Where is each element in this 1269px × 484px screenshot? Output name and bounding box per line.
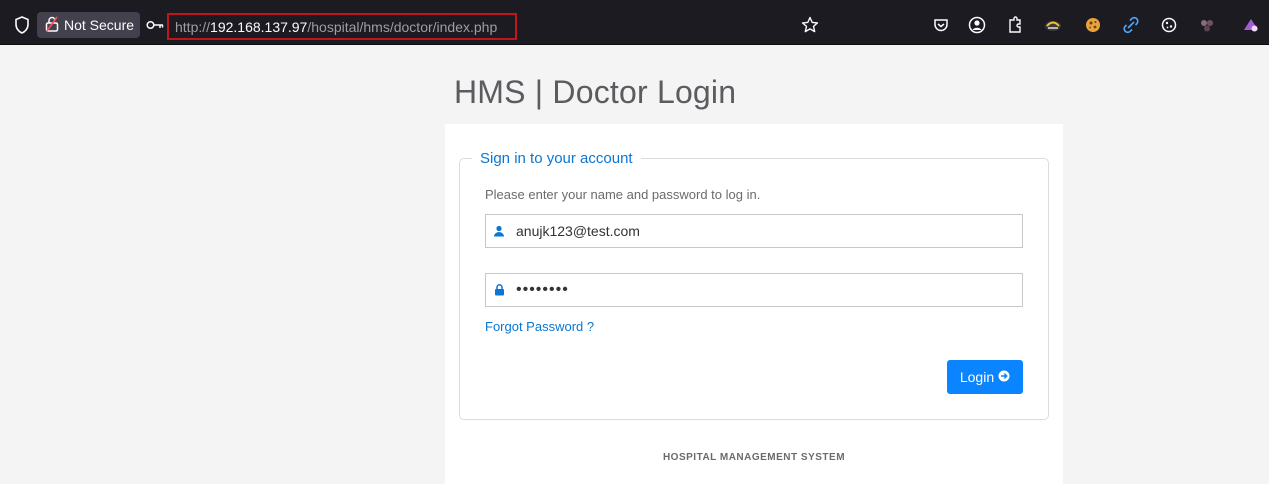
url-host: 192.168.137.97 [210,18,308,35]
page-content: HMS | Doctor Login Sign in to your accou… [0,46,1269,484]
lock-icon [486,274,512,306]
extensions-icon[interactable] [1004,14,1026,36]
extension-paw-icon[interactable] [1196,14,1218,36]
password-field-group [485,273,1023,307]
arrow-circle-right-icon [998,369,1010,385]
login-button-label: Login [959,369,995,385]
user-icon [486,215,512,247]
extension-wappalyzer-icon[interactable] [1042,14,1064,36]
lock-broken-icon [45,16,59,35]
extension-cookie-icon[interactable] [1082,14,1104,36]
pocket-icon[interactable] [930,14,952,36]
forgot-password-link[interactable]: Forgot Password ? [485,319,594,334]
account-icon[interactable] [966,14,988,36]
site-security-indicator[interactable]: Not Secure [37,12,140,38]
extension-settings-cookie-icon[interactable] [1158,14,1180,36]
key-icon[interactable] [146,16,164,34]
page-title: HMS | Doctor Login [454,74,737,110]
extension-purple-icon[interactable] [1240,14,1262,36]
username-input[interactable] [512,216,1012,246]
login-instructions: Please enter your name and password to l… [485,187,761,202]
login-card: Sign in to your account Please enter you… [445,124,1063,484]
bookmark-star-icon[interactable] [800,15,820,35]
url-scheme: http:// [175,18,211,35]
shield-icon[interactable] [12,15,32,35]
login-button[interactable]: Login [947,360,1023,394]
footer-text: HOSPITAL MANAGEMENT SYSTEM [662,452,846,463]
security-label: Not Secure [64,17,135,33]
username-field-group [485,214,1023,248]
address-bar[interactable]: http://192.168.137.97/hospital/hms/docto… [167,13,517,40]
password-input[interactable] [512,275,1012,305]
url-path: /hospital/hms/doctor/index.php [307,18,498,35]
login-legend: Sign in to your account [480,150,633,167]
browser-toolbar: Not Secure http://192.168.137.97/hospita… [0,0,1269,45]
extension-link-icon[interactable] [1120,14,1142,36]
